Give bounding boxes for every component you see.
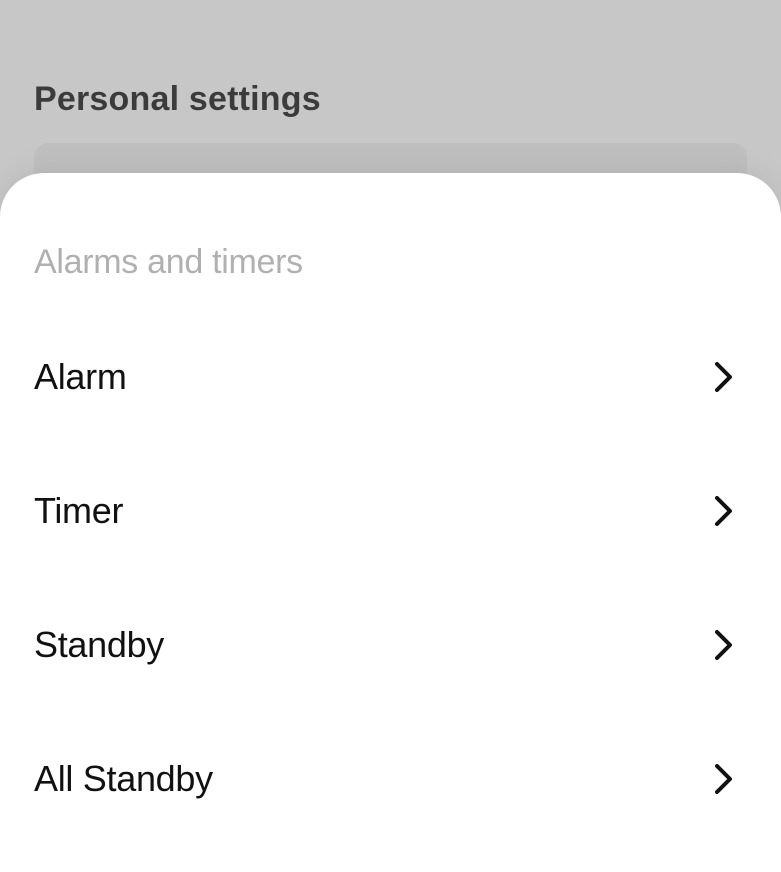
sheet-item-standby[interactable]: Standby	[0, 594, 781, 696]
sheet-item-timer[interactable]: Timer	[0, 460, 781, 562]
sheet-item-all-standby[interactable]: All Standby	[0, 728, 781, 830]
sheet-item-label: Alarm	[34, 356, 127, 398]
sheet-item-label: Standby	[34, 624, 164, 666]
chevron-right-icon	[715, 362, 733, 392]
sheet-item-alarm[interactable]: Alarm	[0, 326, 781, 428]
chevron-right-icon	[715, 630, 733, 660]
chevron-right-icon	[715, 764, 733, 794]
sheet-item-label: All Standby	[34, 758, 213, 800]
sheet-header: Alarms and timers	[34, 243, 747, 282]
bottom-sheet: Alarms and timers Alarm Timer Standby Al…	[0, 173, 781, 872]
sheet-item-label: Timer	[34, 490, 123, 532]
chevron-right-icon	[715, 496, 733, 526]
